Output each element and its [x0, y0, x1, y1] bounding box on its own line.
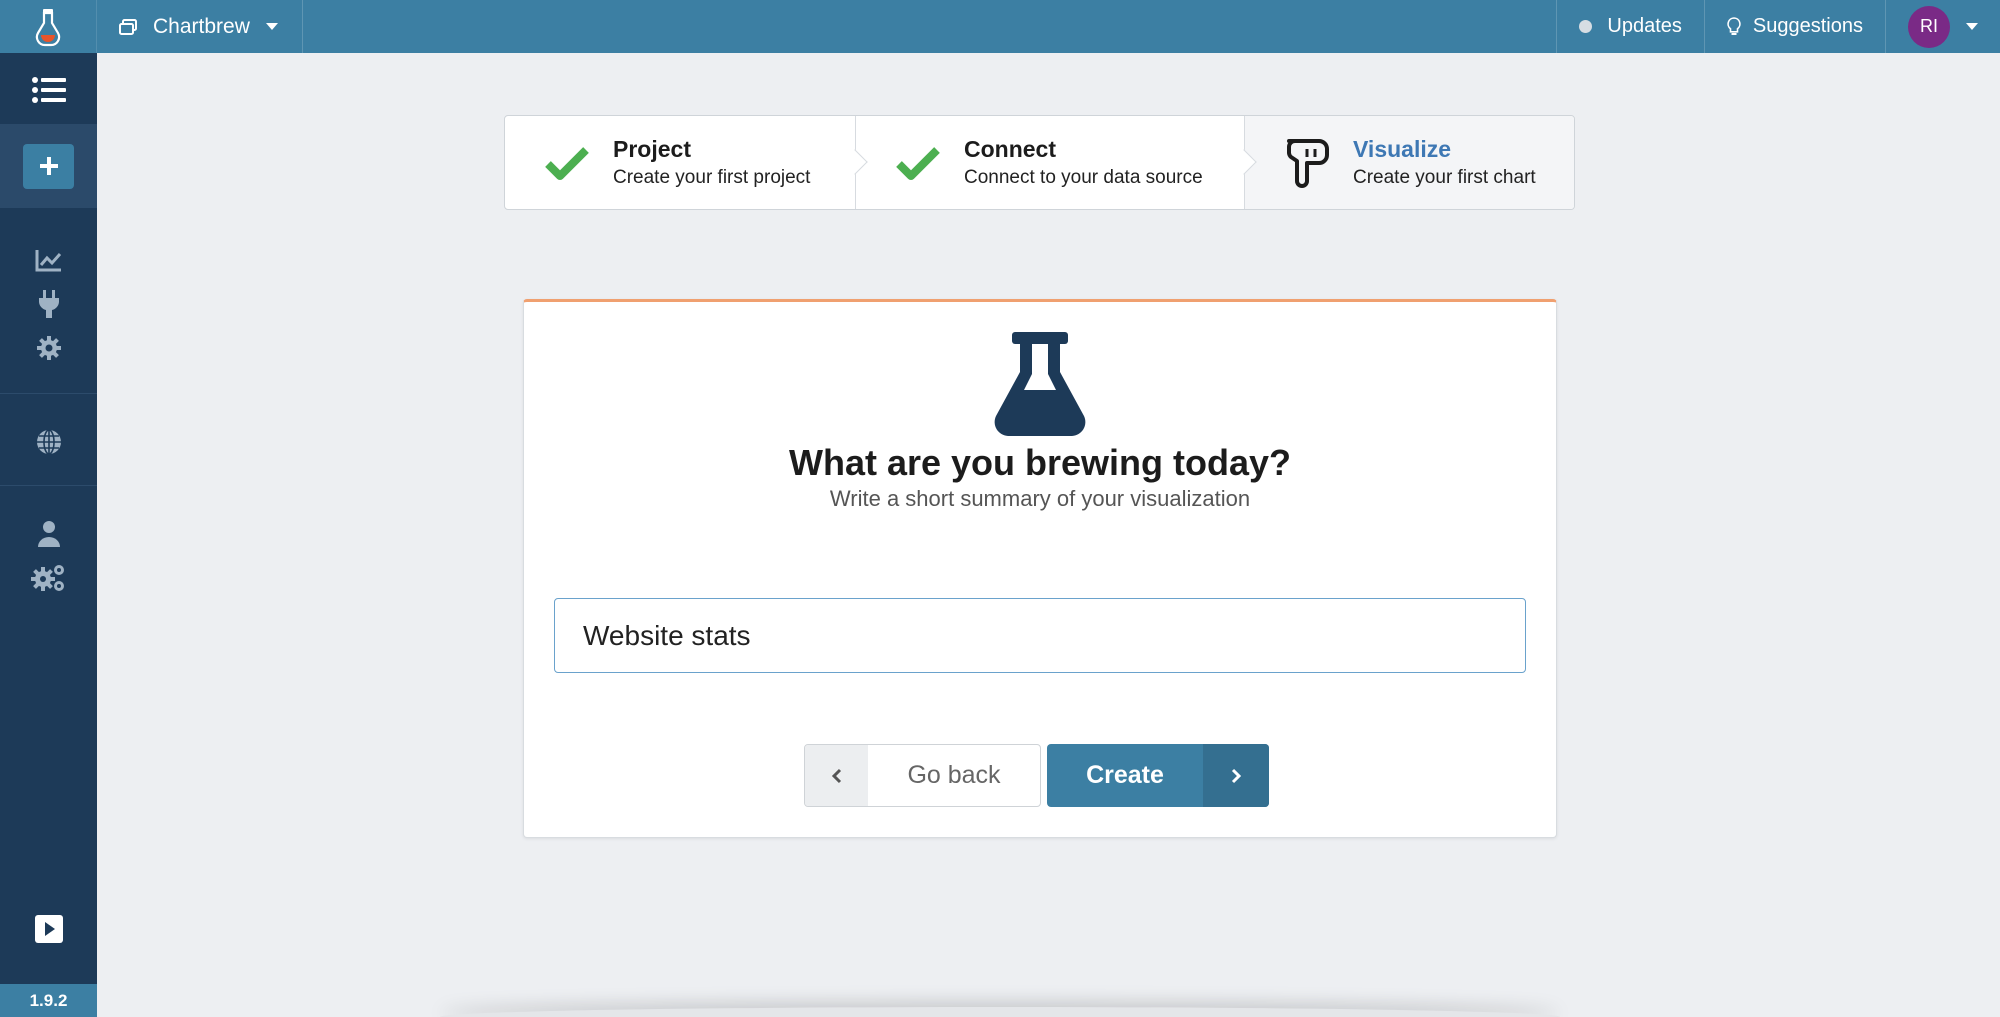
step-project[interactable]: Project Create your first project: [505, 116, 868, 209]
checkmark-icon: [545, 146, 589, 180]
bottom-panel-edge: [440, 1007, 1560, 1017]
go-back-button[interactable]: Go back: [804, 744, 1041, 807]
project-dropdown[interactable]: Chartbrew: [97, 0, 303, 53]
sidebar-collapse-toggle[interactable]: [0, 909, 97, 949]
gear-icon: [36, 336, 61, 360]
step-connect[interactable]: Connect Connect to your data source: [855, 116, 1257, 209]
sidebar: 1.9.2: [0, 53, 97, 1017]
sidebar-item-team-settings[interactable]: [0, 558, 97, 598]
user-icon: [37, 521, 60, 547]
checkmark-icon: [896, 146, 940, 180]
chevron-down-icon: [1966, 23, 1978, 30]
globe-icon: [36, 429, 61, 455]
plus-icon: [39, 157, 58, 175]
version-label: 1.9.2: [0, 984, 97, 1017]
suggestions-button[interactable]: Suggestions: [1703, 0, 1885, 53]
sidebar-item-dashboard[interactable]: [0, 241, 97, 279]
suggestions-label: Suggestions: [1752, 15, 1863, 37]
sidebar-item-project-settings[interactable]: [0, 329, 97, 367]
play-square-icon: [34, 915, 63, 943]
onboarding-stepper: Project Create your first project Connec…: [504, 115, 1575, 210]
list-icon: [31, 77, 66, 103]
chart-create-card: What are you brewing today? Write a shor…: [523, 299, 1557, 838]
create-project-button[interactable]: [23, 143, 74, 189]
step-description: Connect to your data source: [964, 167, 1203, 188]
step-title: Project: [613, 136, 691, 162]
sidebar-item-connections[interactable]: [0, 285, 97, 323]
top-navbar: Chartbrew Updates Suggestions RI: [0, 0, 2000, 53]
step-description: Create your first project: [613, 167, 811, 188]
window-icon: [119, 18, 137, 35]
circle-icon: [1579, 20, 1593, 33]
hand-pointing-down-icon: [1287, 138, 1329, 188]
go-back-label: Go back: [907, 761, 1001, 789]
gears-icon: [30, 565, 64, 591]
create-button[interactable]: Create: [1047, 744, 1269, 807]
updates-button[interactable]: Updates: [1556, 0, 1704, 53]
flask-icon: [994, 332, 1086, 436]
plug-icon: [38, 290, 59, 318]
step-visualize[interactable]: Visualize Create your first chart: [1244, 116, 1574, 209]
chevron-down-icon: [265, 23, 278, 30]
updates-label: Updates: [1607, 15, 1682, 37]
chevron-left-icon: [805, 745, 868, 806]
step-title: Visualize: [1353, 136, 1452, 162]
step-title: Connect: [964, 136, 1056, 162]
sidebar-divider: [0, 393, 97, 394]
user-menu[interactable]: RI: [1885, 0, 2000, 53]
create-label: Create: [1086, 761, 1164, 789]
step-description: Create your first chart: [1353, 167, 1536, 188]
flask-logo-icon: [35, 8, 61, 46]
sidebar-item-members[interactable]: [0, 515, 97, 553]
sidebar-item-public-dashboard[interactable]: [0, 422, 97, 462]
card-subheading: Write a short summary of your visualizat…: [829, 486, 1251, 511]
sidebar-menu-toggle[interactable]: [0, 67, 97, 113]
chartbrew-logo[interactable]: [0, 0, 97, 53]
project-name: Chartbrew: [153, 14, 250, 38]
chart-line-icon: [35, 250, 61, 272]
sidebar-divider: [0, 485, 97, 486]
chart-name-input[interactable]: [554, 598, 1526, 673]
sidebar-create-area: [0, 124, 97, 208]
card-heading: What are you brewing today?: [788, 442, 1292, 483]
avatar: RI: [1908, 5, 1950, 48]
chevron-right-icon: [1203, 744, 1269, 807]
lightbulb-icon: [1727, 16, 1741, 35]
